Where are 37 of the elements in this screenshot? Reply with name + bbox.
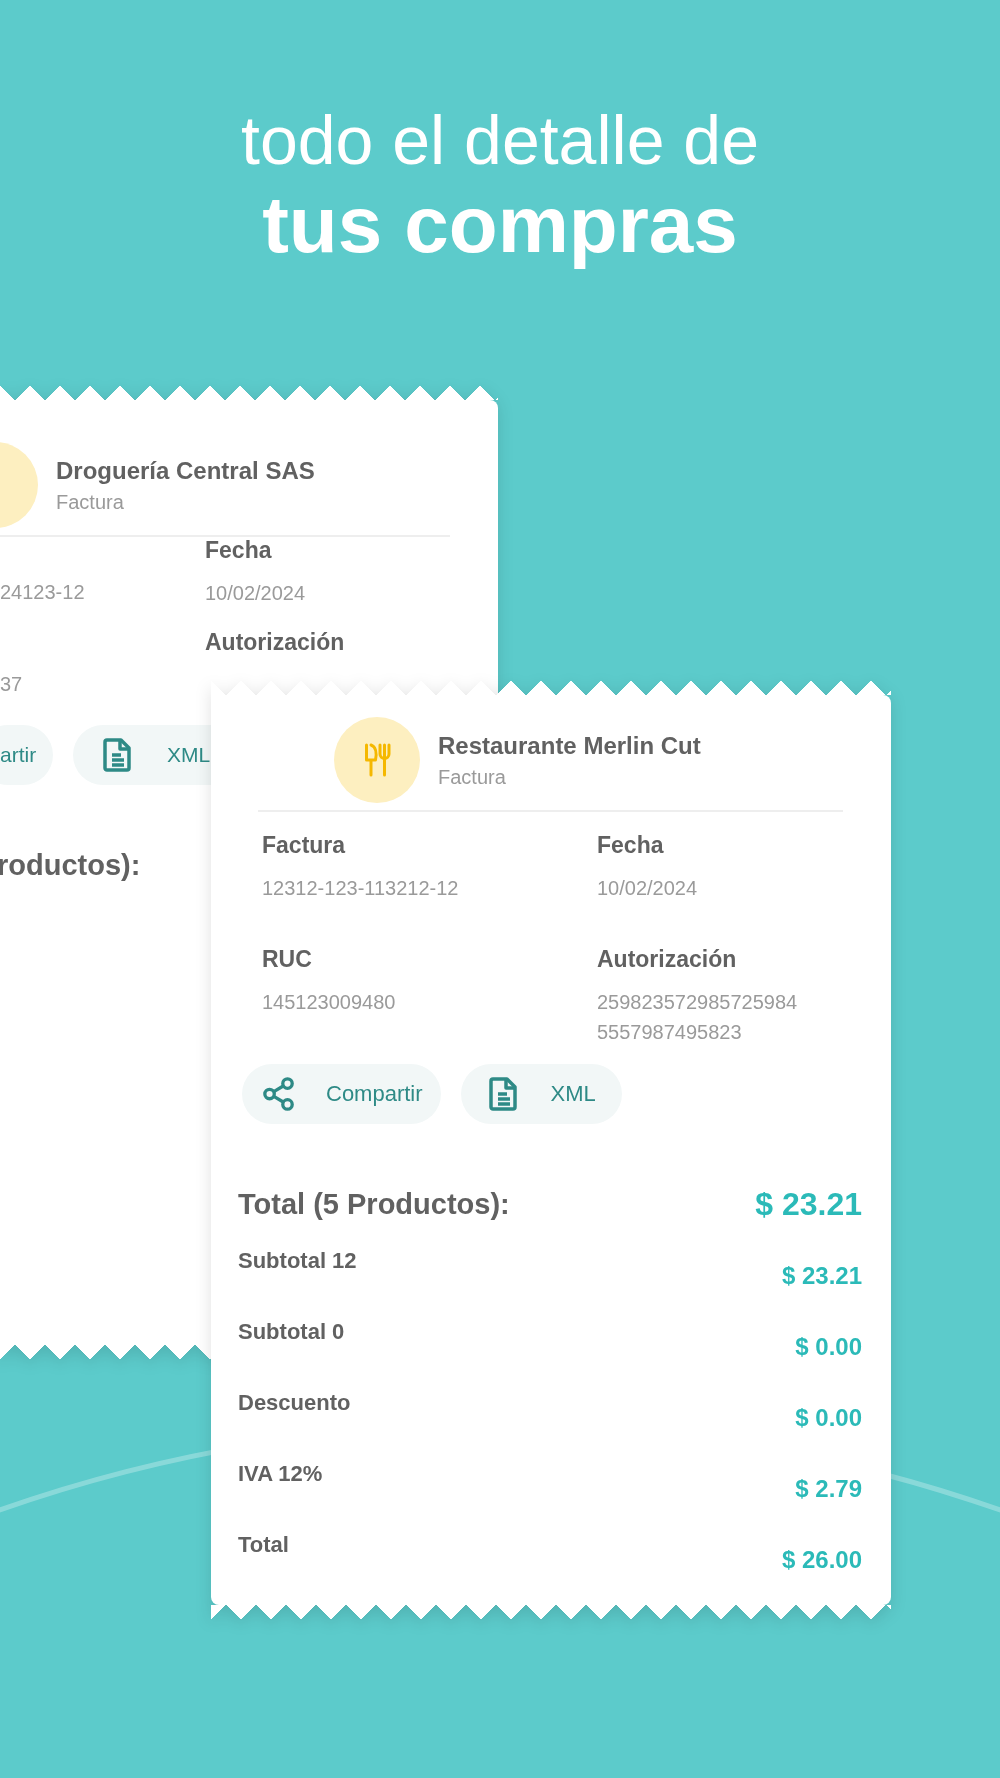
summary-amount: $ 2.79 [795, 1475, 862, 1503]
headline-text: todo el detalle de [240, 101, 760, 180]
summary-amount: $ 0.00 [795, 1404, 862, 1432]
field-value: 10/02/2024 [597, 876, 699, 901]
merchant-name: Restaurante Merlin Cut [438, 731, 701, 760]
field-label: Autorización [597, 946, 737, 973]
summary-label: Subtotal 0 [238, 1319, 345, 1345]
field-label: Factura [262, 832, 346, 859]
field-value: 259823572985725984 5557987495823 [597, 990, 799, 1045]
field-label: RUC [262, 946, 312, 973]
total-label: Total (5 Productos): [238, 1187, 510, 1221]
fork-knife-icon [362, 742, 392, 778]
summary-amount: $ 0.00 [795, 1333, 862, 1361]
field-label: Autorización [205, 629, 345, 656]
share-icon [262, 1076, 296, 1112]
summary-label: Total [238, 1532, 289, 1558]
summary-label: Descuento [238, 1390, 351, 1416]
document-type: Factura [56, 490, 125, 514]
field-label: Fecha [205, 537, 272, 564]
summary-amount: $ 26.00 [781, 1546, 862, 1574]
merchant-name: Droguería Central SAS [56, 456, 315, 485]
field-label: Fecha [597, 832, 664, 859]
share-button[interactable]: Compartir [242, 1064, 441, 1124]
summary-label: Subtotal 12 [238, 1248, 357, 1274]
field-value: 12312-123-113212-12 [262, 876, 460, 901]
total-amount: $ 23.21 [755, 1185, 862, 1223]
field-value: 24123-12 [0, 580, 86, 605]
xml-button[interactable]: XML [460, 1064, 622, 1124]
summary-amount: $ 23.21 [781, 1262, 862, 1290]
field-value: 10/02/2024 [205, 581, 307, 606]
field-value: 37 [0, 672, 24, 697]
document-type: Factura [438, 765, 507, 789]
summary-label: IVA 12% [238, 1461, 323, 1487]
field-value: 145123009480 [262, 990, 397, 1015]
headline-title: tus compras [261, 180, 739, 270]
share-button[interactable]: artir [0, 725, 53, 785]
xml-button[interactable]: XML [73, 725, 211, 785]
